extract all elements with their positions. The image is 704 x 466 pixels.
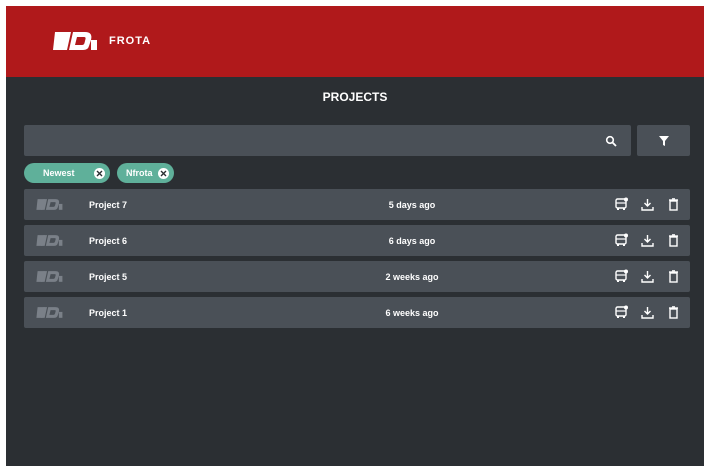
download-icon[interactable] bbox=[640, 232, 654, 248]
bus-icon[interactable] bbox=[614, 196, 628, 212]
project-name: Project 6 bbox=[89, 235, 128, 246]
close-icon[interactable] bbox=[158, 167, 169, 179]
project-modified: 5 days ago bbox=[388, 199, 436, 210]
search-input[interactable] bbox=[24, 125, 584, 156]
logo-icon bbox=[35, 234, 65, 252]
project-list: Project 7 5 days ago Project 6 6 days ag… bbox=[24, 189, 690, 333]
trash-icon[interactable] bbox=[666, 196, 680, 212]
row-actions bbox=[614, 196, 680, 212]
app-window: FROTA PROJECTS Newest Nfrota Project 7 5… bbox=[6, 6, 704, 466]
chip-label: Nfrota bbox=[126, 168, 153, 178]
project-name: Project 7 bbox=[89, 199, 128, 210]
row-actions bbox=[614, 304, 680, 320]
project-row[interactable]: Project 6 6 days ago bbox=[24, 225, 690, 256]
filter-chip-nfrota[interactable]: Nfrota bbox=[117, 163, 174, 183]
brand[interactable]: FROTA bbox=[51, 30, 151, 52]
header: FROTA bbox=[6, 6, 704, 77]
trash-icon[interactable] bbox=[666, 268, 680, 284]
project-modified: 6 weeks ago bbox=[385, 307, 439, 318]
bus-icon[interactable] bbox=[614, 268, 628, 284]
project-modified: 2 weeks ago bbox=[385, 271, 439, 282]
close-icon[interactable] bbox=[94, 167, 105, 179]
download-icon[interactable] bbox=[640, 196, 654, 212]
bus-icon[interactable] bbox=[614, 232, 628, 248]
project-row[interactable]: Project 1 6 weeks ago bbox=[24, 297, 690, 328]
filter-button[interactable] bbox=[637, 125, 690, 156]
row-actions bbox=[614, 232, 680, 248]
download-icon[interactable] bbox=[640, 304, 654, 320]
filter-chips: Newest Nfrota bbox=[24, 163, 174, 183]
download-icon[interactable] bbox=[640, 268, 654, 284]
brand-name: FROTA bbox=[109, 35, 152, 47]
bus-icon[interactable] bbox=[614, 304, 628, 320]
logo-icon bbox=[53, 32, 97, 50]
logo-icon bbox=[35, 198, 65, 216]
logo-icon bbox=[35, 306, 65, 324]
project-modified: 6 days ago bbox=[388, 235, 436, 246]
project-name: Project 1 bbox=[89, 307, 128, 318]
row-actions bbox=[614, 268, 680, 284]
project-name: Project 5 bbox=[89, 271, 128, 282]
trash-icon[interactable] bbox=[666, 304, 680, 320]
page-title: PROJECTS bbox=[322, 90, 388, 104]
project-row[interactable]: Project 7 5 days ago bbox=[24, 189, 690, 220]
search-bar bbox=[24, 125, 631, 156]
filter-icon bbox=[658, 135, 669, 146]
filter-chip-newest[interactable]: Newest bbox=[24, 163, 110, 183]
trash-icon[interactable] bbox=[666, 232, 680, 248]
logo-icon bbox=[35, 270, 65, 288]
search-icon[interactable] bbox=[605, 134, 617, 152]
chip-label: Newest bbox=[43, 168, 75, 178]
project-row[interactable]: Project 5 2 weeks ago bbox=[24, 261, 690, 292]
